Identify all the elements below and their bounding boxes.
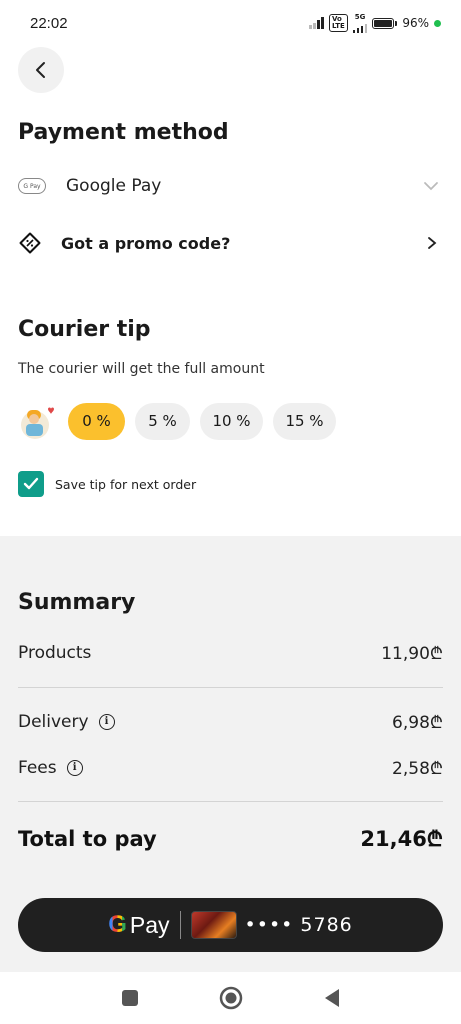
promo-tag-icon [19,232,41,254]
network-5g-icon: 5G [352,13,368,33]
google-g-icon: G [108,911,127,938]
status-time: 22:02 [30,14,68,32]
battery-percent: 96% [402,16,429,30]
fees-row: Fees i 2,58₾ [18,756,443,780]
checkmark-icon [23,477,39,490]
battery-icon [372,17,398,29]
privacy-dot-icon [434,19,441,27]
delivery-value: 6,98₾ [392,713,443,733]
payment-method-title: Payment method [18,120,229,145]
volte-icon: Vo LTE [328,14,348,32]
save-tip-checkbox[interactable] [18,471,44,497]
card-art-icon [190,911,237,939]
total-label: Total to pay [18,827,157,851]
payment-method-name: Google Pay [66,176,162,196]
save-tip-row[interactable]: Save tip for next order [18,471,196,497]
tip-option-15[interactable]: 15 % [273,402,336,440]
courier-avatar-icon [21,407,54,439]
promo-code-label: Got a promo code? [61,233,231,253]
status-bar: 22:02 Vo LTE 5G 96% [0,0,461,46]
courier-tip-title: Courier tip [18,317,151,342]
chevron-right-icon [428,237,437,249]
fees-value: 2,58₾ [392,759,443,779]
system-nav-bar [0,972,461,1024]
delivery-row: Delivery i 6,98₾ [18,710,443,734]
fees-info-icon[interactable]: i [66,759,83,776]
promo-code-row[interactable]: Got a promo code? [18,224,443,262]
tip-options: 0 % 5 % 10 % 15 % [18,401,346,441]
products-row: Products 11,90₾ [18,641,443,665]
total-row: Total to pay 21,46₾ [18,825,443,853]
summary-divider [18,687,443,688]
status-icons: Vo LTE 5G 96% [309,13,441,33]
chevron-down-icon [424,182,438,191]
fees-label: Fees [18,757,57,778]
home-icon[interactable] [219,986,243,1010]
summary-title: Summary [18,590,136,615]
total-value: 21,46₾ [360,827,443,851]
back-nav-icon[interactable] [323,988,341,1008]
button-separator [179,911,181,939]
tip-option-0[interactable]: 0 % [68,402,125,440]
back-button[interactable] [18,47,64,93]
tip-option-10[interactable]: 10 % [200,402,263,440]
google-pay-icon: G Pay [18,178,46,194]
delivery-info-icon[interactable]: i [98,713,115,730]
signal-icon [309,17,324,29]
google-pay-button[interactable]: G Pay •••• 5786 [18,898,443,952]
products-label: Products [18,642,92,663]
pay-text: Pay [129,911,170,938]
save-tip-label: Save tip for next order [55,476,197,492]
chevron-left-icon [36,62,45,78]
delivery-label: Delivery [18,711,89,732]
card-masked-number: •••• 5786 [244,914,353,936]
summary-divider [18,801,443,802]
payment-method-select[interactable]: G Pay Google Pay [18,168,443,204]
recents-icon[interactable] [121,989,139,1007]
tip-option-5[interactable]: 5 % [135,402,190,440]
courier-tip-subtitle: The courier will get the full amount [18,361,265,377]
google-pay-logo: G Pay [108,911,169,939]
products-value: 11,90₾ [381,644,443,664]
